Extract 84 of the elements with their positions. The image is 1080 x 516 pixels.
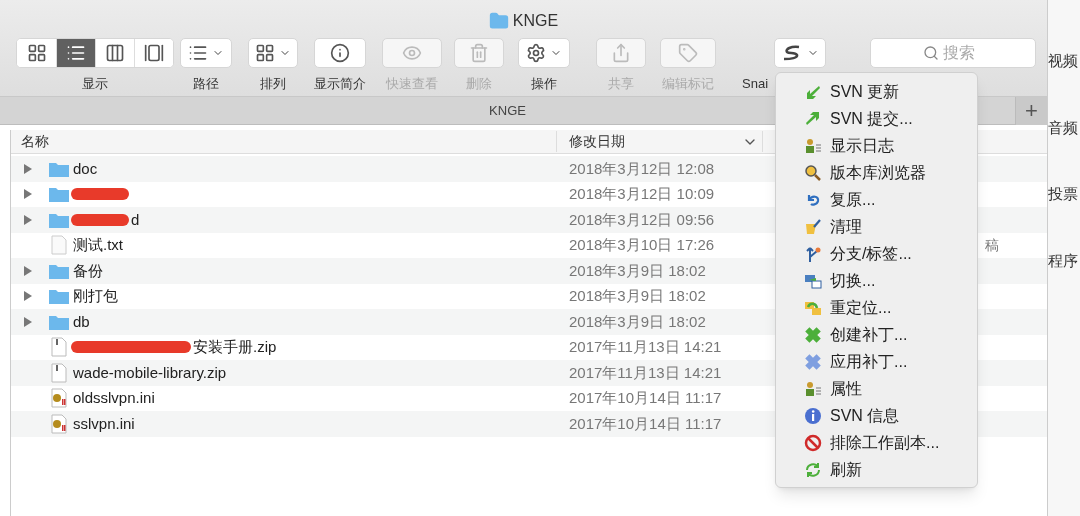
file-name: 备份: [73, 260, 103, 281]
date-cell-text: 2018年3月9日 18:02: [568, 260, 707, 281]
trash-icon: [469, 43, 489, 63]
columns-icon: [105, 43, 125, 63]
toolbar-label: 路径: [193, 75, 219, 93]
date-cell-text: 2018年3月9日 18:02: [568, 311, 707, 332]
date-cell-text: 2018年3月10日 17:26: [568, 235, 716, 255]
share-icon: [611, 43, 631, 63]
menu-item[interactable]: SVN 更新: [776, 78, 977, 105]
background-label: 投票: [1048, 184, 1078, 204]
menu-item[interactable]: 显示日志: [776, 132, 977, 159]
view-button[interactable]: [56, 39, 95, 67]
file-name: db: [73, 311, 90, 332]
refresh-icon: [804, 460, 822, 479]
date-cell-text: 2018年3月12日 12:08: [568, 158, 716, 179]
prohibited-icon: [804, 433, 822, 452]
background-label: 程序: [1048, 250, 1078, 271]
background-label: 视频: [1048, 51, 1078, 71]
file-name: 刚打包: [73, 286, 118, 306]
magnifier-icon: [804, 163, 822, 182]
date-cell-text: 2018年3月12日 10:09: [568, 184, 716, 204]
date-cell-text: 2017年10月14日 11:17: [568, 413, 723, 434]
arrow-icon: [804, 109, 822, 128]
column-header[interactable]: 名称: [11, 131, 557, 152]
file-name: doc: [73, 158, 98, 179]
toolbar-button[interactable]: [248, 38, 298, 68]
menu-item[interactable]: SVN 提交...: [776, 105, 977, 132]
list-icon: [66, 43, 86, 63]
disclosure-triangle-icon[interactable]: [23, 315, 33, 328]
disclosure-triangle-icon[interactable]: [23, 188, 33, 201]
file-name: oldsslvpn.ini: [73, 388, 155, 408]
file-name: 安装手册.zip: [193, 337, 277, 357]
column-header[interactable]: 修改日期: [557, 131, 763, 152]
file-name: wade-mobile-library.zip: [73, 362, 227, 383]
search-icon: [923, 45, 939, 61]
folder-icon: [48, 287, 70, 306]
disclosure-triangle-icon[interactable]: [23, 162, 33, 175]
broom-icon: [804, 217, 822, 236]
folder-icon: [488, 11, 509, 31]
info-icon: [330, 43, 350, 63]
table-cell-text: 稿: [985, 235, 999, 255]
settings-icon: [526, 43, 546, 63]
branch-icon: [804, 244, 822, 263]
eye-icon: [402, 43, 422, 63]
toolbar-label: 排列: [260, 75, 286, 93]
disclosure-triangle-icon[interactable]: [23, 290, 33, 303]
date-cell-text: 2018年3月9日 18:02: [568, 286, 707, 306]
grid-icon: [255, 43, 275, 63]
date-cell-text: 2017年10月14日 11:17: [568, 388, 723, 408]
disclosure-triangle-icon[interactable]: [23, 264, 33, 277]
date-cell-text: 2018年3月12日 09:56: [568, 209, 716, 230]
folder-icon: [48, 185, 70, 204]
window-title: KNGE: [512, 11, 559, 31]
zip-file-icon: [51, 362, 67, 383]
document-icon: [51, 235, 67, 256]
grid-icon: [26, 43, 47, 63]
toolbar-button[interactable]: [518, 38, 570, 68]
zip-file-icon: [51, 337, 67, 358]
new-tab-button[interactable]: +: [1015, 96, 1047, 125]
toolbar-button[interactable]: [314, 38, 366, 68]
person-icon: [804, 379, 822, 398]
settings-file-icon: [51, 413, 67, 434]
toolbar-label: 操作: [531, 75, 557, 93]
settings-file-icon: [51, 388, 67, 409]
list-icon: [188, 43, 208, 63]
search-field[interactable]: 搜索: [943, 41, 983, 65]
gallery-icon: [144, 43, 164, 63]
toolbar-label: Snai: [742, 75, 769, 93]
file-name: d: [131, 209, 140, 230]
date-cell-text: 2017年11月13日 14:21: [568, 362, 723, 383]
tag-icon: [678, 43, 698, 63]
date-cell-text: 2017年11月13日 14:21: [568, 337, 723, 357]
file-name: 测试.txt: [73, 235, 123, 255]
toolbar-button[interactable]: [774, 38, 826, 68]
menu-item[interactable]: 刷新: [776, 456, 977, 483]
file-name: sslvpn.ini: [73, 413, 135, 434]
view-button[interactable]: [134, 39, 173, 67]
info-icon: [804, 406, 822, 425]
toolbar-label: 显示简介: [314, 75, 366, 93]
tab-title[interactable]: KNGE: [489, 100, 526, 121]
disclosure-triangle-icon[interactable]: [23, 213, 33, 226]
background-label: 音频: [1048, 117, 1078, 138]
person-icon: [804, 136, 822, 155]
toolbar-label: 显示: [82, 75, 108, 93]
